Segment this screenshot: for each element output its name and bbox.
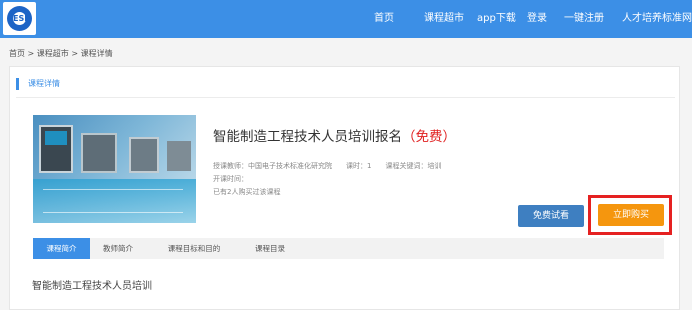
course-title: 智能制造工程技术人员培训报名（免费） xyxy=(213,125,456,145)
machine-illustration xyxy=(167,141,191,171)
course-title-text: 智能制造工程技术人员培训报名 xyxy=(213,129,402,145)
free-tag: （免费） xyxy=(402,129,456,145)
hours-info: 课时：1 xyxy=(346,162,372,170)
nav-register[interactable]: 一键注册 xyxy=(564,0,604,38)
site-logo[interactable]: ESI xyxy=(3,2,36,35)
section-accent-bar xyxy=(16,78,19,90)
tab-course-goals[interactable]: 课程目标和目的 xyxy=(146,238,242,259)
tab-course-catalog[interactable]: 课程目录 xyxy=(242,238,298,259)
machine-illustration xyxy=(129,137,159,173)
keywords-info: 课程关键词：培训 xyxy=(385,162,442,170)
machine-illustration xyxy=(81,133,117,173)
machine-illustration xyxy=(39,125,73,173)
course-tabs: 课程简介 教师简介 课程目标和目的 课程目录 xyxy=(33,238,664,259)
tab-course-intro[interactable]: 课程简介 xyxy=(33,238,90,259)
nav-talent-standard[interactable]: 人才培养标准网 xyxy=(622,0,692,38)
course-thumbnail xyxy=(33,115,196,223)
logo-ring-icon: ESI xyxy=(7,6,32,31)
top-header: ESI 首页 课程超市 app下载 登录 一键注册 人才培养标准网 xyxy=(0,0,692,38)
buy-now-button[interactable]: 立即购买 xyxy=(598,204,664,226)
start-time: 开课时间： xyxy=(213,175,248,183)
purchase-count: 已有2人购买过该课程 xyxy=(213,188,281,196)
free-trial-button[interactable]: 免费试看 xyxy=(518,205,584,227)
breadcrumb[interactable]: 首页 > 课程超市 > 课程详情 xyxy=(9,48,113,59)
floor-grid xyxy=(43,189,183,213)
nav-app-download[interactable]: app下载 xyxy=(477,0,516,38)
nav-login[interactable]: 登录 xyxy=(527,0,547,38)
tab-teacher-intro[interactable]: 教师简介 xyxy=(90,238,146,259)
nav-course-market[interactable]: 课程超市 xyxy=(424,0,464,38)
logo-text: ESI xyxy=(13,12,28,25)
course-meta-row: 授课教师：中国电子技术标准化研究院 课时：1 课程关键词：培训 xyxy=(213,161,455,171)
section-divider xyxy=(16,97,675,98)
course-detail-card: 课程详情 智能制造工程技术人员培训报名（免费） 授课教师：中国电子技术标准化研究… xyxy=(9,66,680,310)
nav-home[interactable]: 首页 xyxy=(374,0,394,38)
teacher-info: 授课教师：中国电子技术标准化研究院 xyxy=(213,162,332,170)
course-intro-text: 智能制造工程技术人员培训 xyxy=(32,281,152,292)
section-title: 课程详情 xyxy=(28,79,60,88)
